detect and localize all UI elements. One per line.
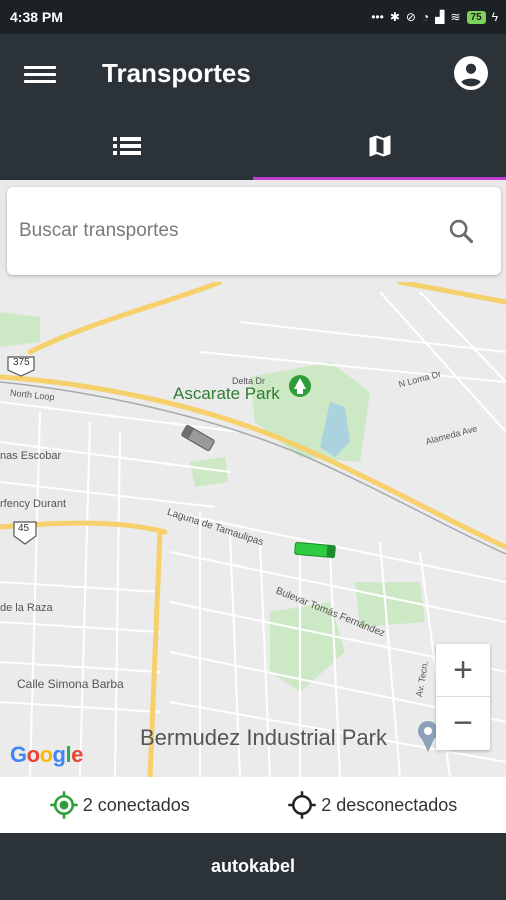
list-icon — [112, 137, 141, 155]
gps-connected-icon — [49, 791, 78, 819]
footer: autokabel — [0, 833, 506, 900]
street-label-simona: Calle Simona Barba — [17, 677, 124, 691]
status-bar: 4:38 PM ••• ✱ ⊘ ◔ ▟ ≋ 75 ϟ — [0, 0, 506, 34]
search-icon[interactable] — [447, 217, 475, 245]
ascarate-park-label: Ascarate Park — [173, 384, 280, 403]
account-circle-icon[interactable] — [454, 56, 488, 90]
alarm-icon: ◔ — [421, 10, 430, 24]
charging-icon: ϟ — [491, 10, 498, 24]
tab-bar — [0, 112, 506, 180]
tab-list[interactable] — [0, 112, 253, 180]
legend-bar: 2 conectados 2 desconectados — [0, 777, 506, 833]
app-bar: Transportes — [0, 34, 506, 180]
footer-brand: autokabel — [210, 856, 296, 876]
highway-375-label: 375 — [13, 357, 30, 368]
search-bar — [7, 187, 501, 275]
page-title: Transportes — [102, 58, 251, 88]
mute-icon: ⊘ — [405, 10, 416, 24]
zoom-out-button[interactable]: − — [436, 697, 490, 750]
street-label-escobar: nas Escobar — [0, 450, 62, 462]
dots-icon: ••• — [371, 10, 384, 24]
legend-connected: 2 conectados — [49, 790, 190, 820]
tab-map[interactable] — [253, 112, 506, 180]
status-icons: ••• ✱ ⊘ ◔ ▟ ≋ 75 ϟ — [371, 10, 498, 24]
zoom-controls: + − — [436, 644, 490, 750]
google-logo: Google — [10, 742, 83, 767]
highway-45-label: 45 — [18, 523, 30, 534]
wifi-icon: ≋ — [450, 10, 461, 24]
street-label-delta: Delta Dr — [232, 376, 266, 386]
street-label-durant: rfency Durant — [0, 498, 67, 510]
search-input[interactable] — [19, 220, 447, 242]
bluetooth-icon: ✱ — [389, 10, 400, 24]
map-icon — [369, 135, 390, 157]
zoom-in-button[interactable]: + — [436, 644, 490, 697]
battery-icon: 75 — [466, 10, 486, 24]
map-view[interactable]: 375 45 Ascarate Park Bermudez Industrial… — [0, 282, 506, 777]
hamburger-menu-icon[interactable] — [24, 62, 56, 90]
bermudez-park-label: Bermudez Industrial Park — [140, 725, 387, 750]
legend-disconnected-label: 2 desconectados — [321, 794, 458, 815]
map-base — [0, 282, 506, 777]
signal-icon: ▟ — [435, 10, 445, 24]
gps-disconnected-icon — [288, 791, 316, 819]
legend-connected-label: 2 conectados — [82, 794, 190, 815]
status-time: 4:38 PM — [10, 9, 63, 25]
street-label-raza: de la Raza — [0, 602, 53, 614]
legend-disconnected: 2 desconectados — [287, 790, 457, 820]
